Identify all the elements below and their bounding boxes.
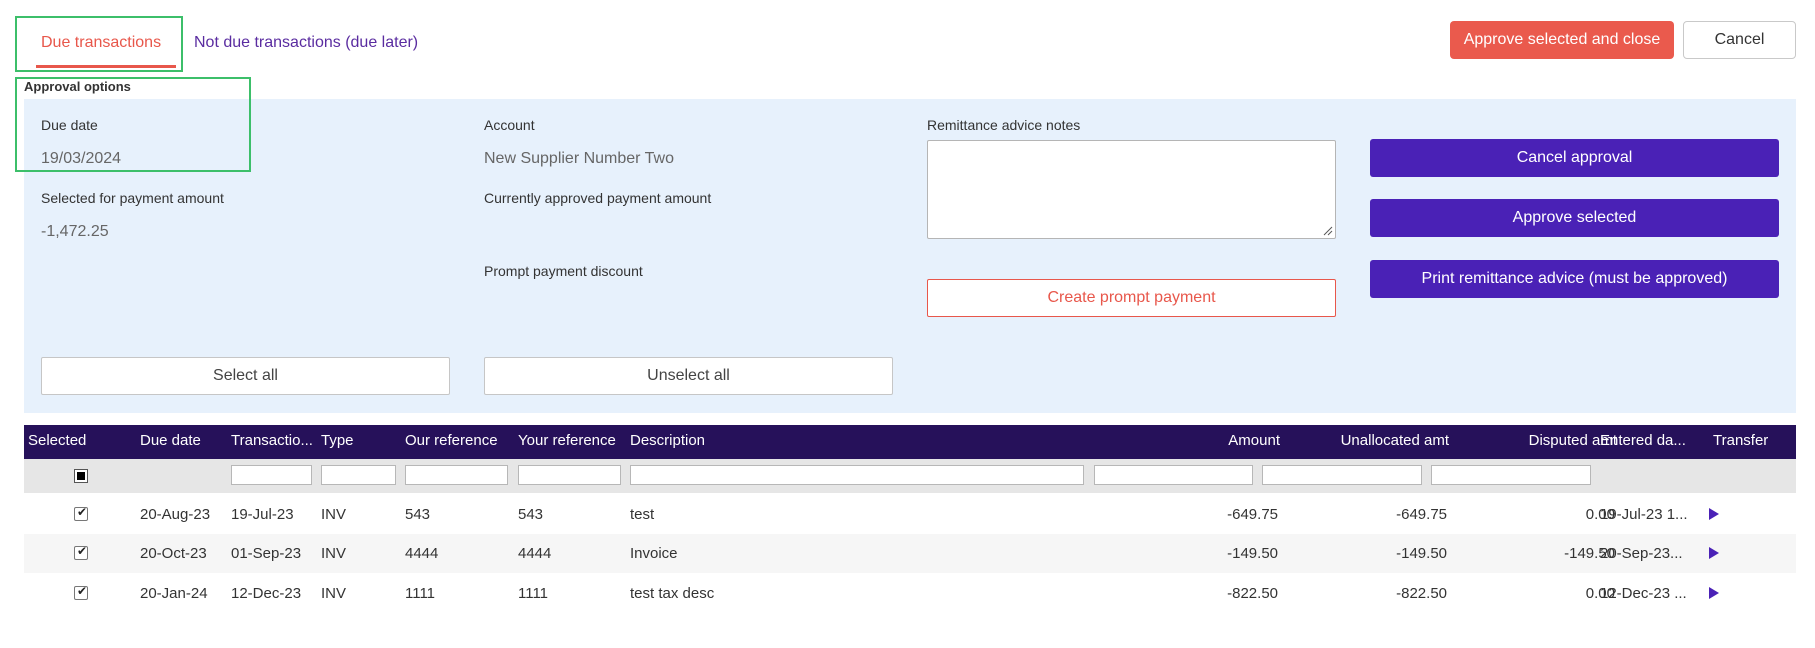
select-all-checkbox-indeterminate [77, 472, 85, 480]
cell-unallocated: -649.75 [1396, 506, 1447, 523]
cell-due-date: 20-Aug-23 [140, 506, 211, 523]
table-row[interactable]: ✔ 20-Aug-23 19-Jul-23 INV 543 543 test -… [24, 495, 1796, 534]
cell-our-reference: 4444 [405, 545, 439, 562]
cell-description: Invoice [630, 545, 678, 562]
filter-unallocated-input[interactable] [1262, 465, 1422, 485]
approve-selected-button[interactable]: Approve selected [1370, 199, 1779, 237]
column-header-your-reference[interactable]: Your reference [518, 432, 616, 449]
cell-description: test [630, 506, 655, 523]
cell-your-reference: 543 [518, 506, 544, 523]
due-date-label: Due date [41, 117, 98, 133]
row-checkbox[interactable]: ✔ [74, 544, 88, 560]
column-header-entered-date[interactable]: Entered da... [1600, 432, 1686, 449]
cell-our-reference: 1111 [405, 585, 436, 602]
selected-amount-value: -1,472.25 [41, 223, 109, 240]
remittance-notes-textarea[interactable] [927, 140, 1336, 239]
account-label: Account [484, 117, 535, 133]
cell-your-reference: 1111 [518, 585, 549, 602]
selected-amount-label: Selected for payment amount [41, 190, 224, 206]
transfer-play-icon[interactable] [1709, 587, 1719, 599]
cell-entered-date: 19-Jul-23 1... [1600, 506, 1688, 523]
cell-unallocated: -149.50 [1396, 545, 1447, 562]
resize-grip-icon[interactable] [1323, 226, 1333, 236]
cell-amount: -822.50 [1227, 585, 1278, 602]
table-filter-row [24, 459, 1796, 493]
column-header-selected[interactable]: Selected [28, 432, 86, 449]
approval-options-title: Approval options [24, 79, 131, 94]
cancel-approval-button[interactable]: Cancel approval [1370, 139, 1779, 177]
column-header-transaction[interactable]: Transactio... [231, 432, 313, 449]
prompt-discount-label: Prompt payment discount [484, 263, 643, 279]
cell-transaction: 01-Sep-23 [231, 545, 302, 562]
cell-description: test tax desc [630, 585, 715, 602]
currently-approved-label: Currently approved payment amount [484, 190, 712, 206]
unselect-all-button[interactable]: Unselect all [484, 357, 893, 395]
checkmark-icon: ✔ [77, 584, 88, 598]
cancel-button[interactable]: Cancel [1683, 21, 1796, 59]
filter-type-input[interactable] [321, 465, 396, 485]
checkmark-icon: ✔ [77, 505, 88, 519]
column-header-amount[interactable]: Amount [1228, 432, 1280, 449]
tab-active-underline [36, 65, 176, 68]
due-date-value: 19/03/2024 [41, 150, 122, 167]
filter-transaction-input[interactable] [231, 465, 312, 485]
tab-due-transactions[interactable]: Due transactions [41, 33, 161, 53]
row-checkbox[interactable]: ✔ [74, 505, 88, 521]
table-row[interactable]: ✔ 20-Jan-24 12-Dec-23 INV 1111 1111 test… [24, 574, 1796, 613]
filter-amount-input[interactable] [1094, 465, 1253, 485]
cell-due-date: 20-Jan-24 [140, 585, 208, 602]
tab-not-due-transactions[interactable]: Not due transactions (due later) [194, 33, 418, 53]
transfer-play-icon[interactable] [1709, 508, 1719, 520]
checkmark-icon: ✔ [77, 544, 88, 558]
table-header: Selected Due date Transactio... Type Our… [24, 425, 1796, 459]
filter-your-reference-input[interactable] [518, 465, 621, 485]
cell-amount: -649.75 [1227, 506, 1278, 523]
cell-transaction: 12-Dec-23 [231, 585, 302, 602]
account-value: New Supplier Number Two [484, 150, 675, 167]
column-header-type[interactable]: Type [321, 432, 354, 449]
cell-type: INV [321, 585, 347, 602]
cell-entered-date: 12-Dec-23 ... [1600, 585, 1687, 602]
approve-selected-and-close-button[interactable]: Approve selected and close [1450, 21, 1674, 59]
cell-our-reference: 543 [405, 506, 431, 523]
column-header-due-date[interactable]: Due date [140, 432, 201, 449]
cell-type: INV [321, 545, 347, 562]
cell-your-reference: 4444 [518, 545, 552, 562]
filter-our-reference-input[interactable] [405, 465, 508, 485]
cell-unallocated: -822.50 [1396, 585, 1447, 602]
select-all-checkbox[interactable] [74, 469, 88, 483]
select-all-button[interactable]: Select all [41, 357, 450, 395]
print-remittance-button[interactable]: Print remittance advice (must be approve… [1370, 260, 1779, 298]
cell-amount: -149.50 [1227, 545, 1278, 562]
cell-entered-date: 20-Sep-23... [1600, 545, 1683, 562]
column-header-description[interactable]: Description [630, 432, 705, 449]
remittance-notes-label: Remittance advice notes [927, 117, 1081, 133]
table-row[interactable]: ✔ 20-Oct-23 01-Sep-23 INV 4444 4444 Invo… [24, 534, 1796, 573]
column-header-our-reference[interactable]: Our reference [405, 432, 498, 449]
filter-description-input[interactable] [630, 465, 1084, 485]
cell-type: INV [321, 506, 347, 523]
filter-disputed-input[interactable] [1431, 465, 1591, 485]
cell-due-date: 20-Oct-23 [140, 545, 207, 562]
row-checkbox[interactable]: ✔ [74, 584, 88, 600]
transfer-play-icon[interactable] [1709, 547, 1719, 559]
cell-transaction: 19-Jul-23 [231, 506, 294, 523]
column-header-transfer[interactable]: Transfer [1713, 432, 1768, 449]
create-prompt-payment-button[interactable]: Create prompt payment [927, 279, 1336, 317]
column-header-unallocated[interactable]: Unallocated amt [1341, 432, 1449, 449]
